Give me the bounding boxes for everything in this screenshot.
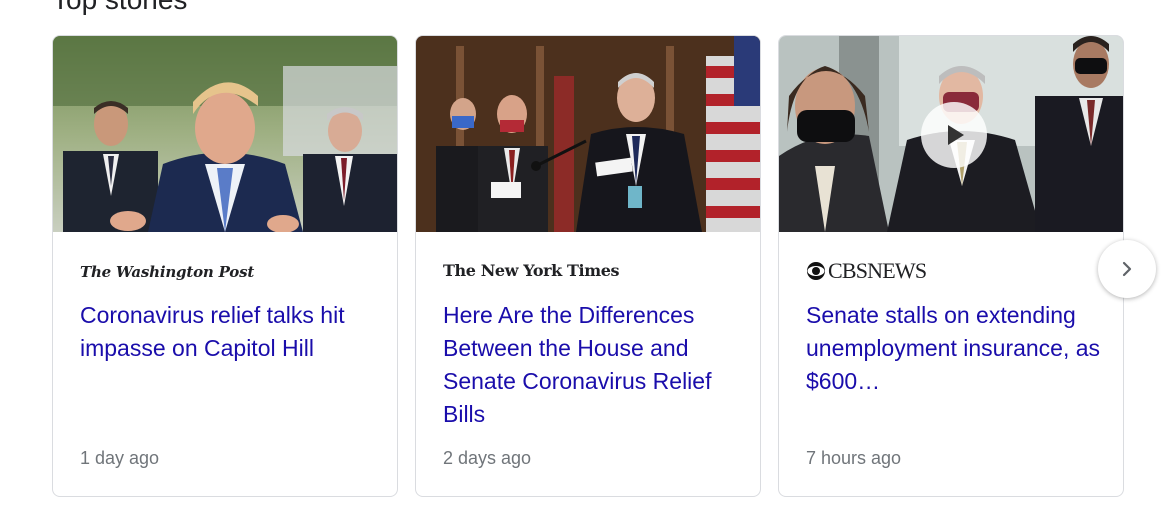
- story-headline-link[interactable]: Coronavirus relief talks hit impasse on …: [80, 299, 380, 365]
- story-thumbnail[interactable]: [53, 36, 397, 232]
- play-icon: [948, 125, 964, 145]
- source-name: The Washington Post: [80, 263, 255, 281]
- story-thumbnail[interactable]: [416, 36, 760, 232]
- story-timestamp: 1 day ago: [80, 448, 160, 468]
- source-name: CBSNEWS: [828, 258, 927, 283]
- source-logo: CBSNEWS: [806, 258, 927, 284]
- cbs-eye-icon: [807, 262, 825, 280]
- carousel-next-button[interactable]: [1098, 240, 1156, 298]
- chevron-right-icon: [1122, 261, 1132, 277]
- story-thumbnail[interactable]: [779, 36, 1123, 232]
- story-timestamp: 2 days ago: [443, 448, 532, 468]
- story-card[interactable]: CBSNEWS Senate stalls on extending unemp…: [778, 35, 1124, 497]
- play-video-button[interactable]: [921, 102, 987, 168]
- story-headline-link[interactable]: Senate stalls on extending unemployment …: [806, 299, 1106, 398]
- story-headline-link[interactable]: Here Are the Differences Between the Hou…: [443, 299, 743, 431]
- top-stories-section: Top stories: [0, 0, 1169, 519]
- section-title: Top stories: [52, 0, 187, 17]
- source-name: The New York Times: [443, 261, 620, 280]
- story-card[interactable]: The Washington Post Coronavirus relief t…: [52, 35, 398, 497]
- story-timestamp: 7 hours ago: [806, 448, 902, 468]
- story-card[interactable]: The New York Times Here Are the Differen…: [415, 35, 761, 497]
